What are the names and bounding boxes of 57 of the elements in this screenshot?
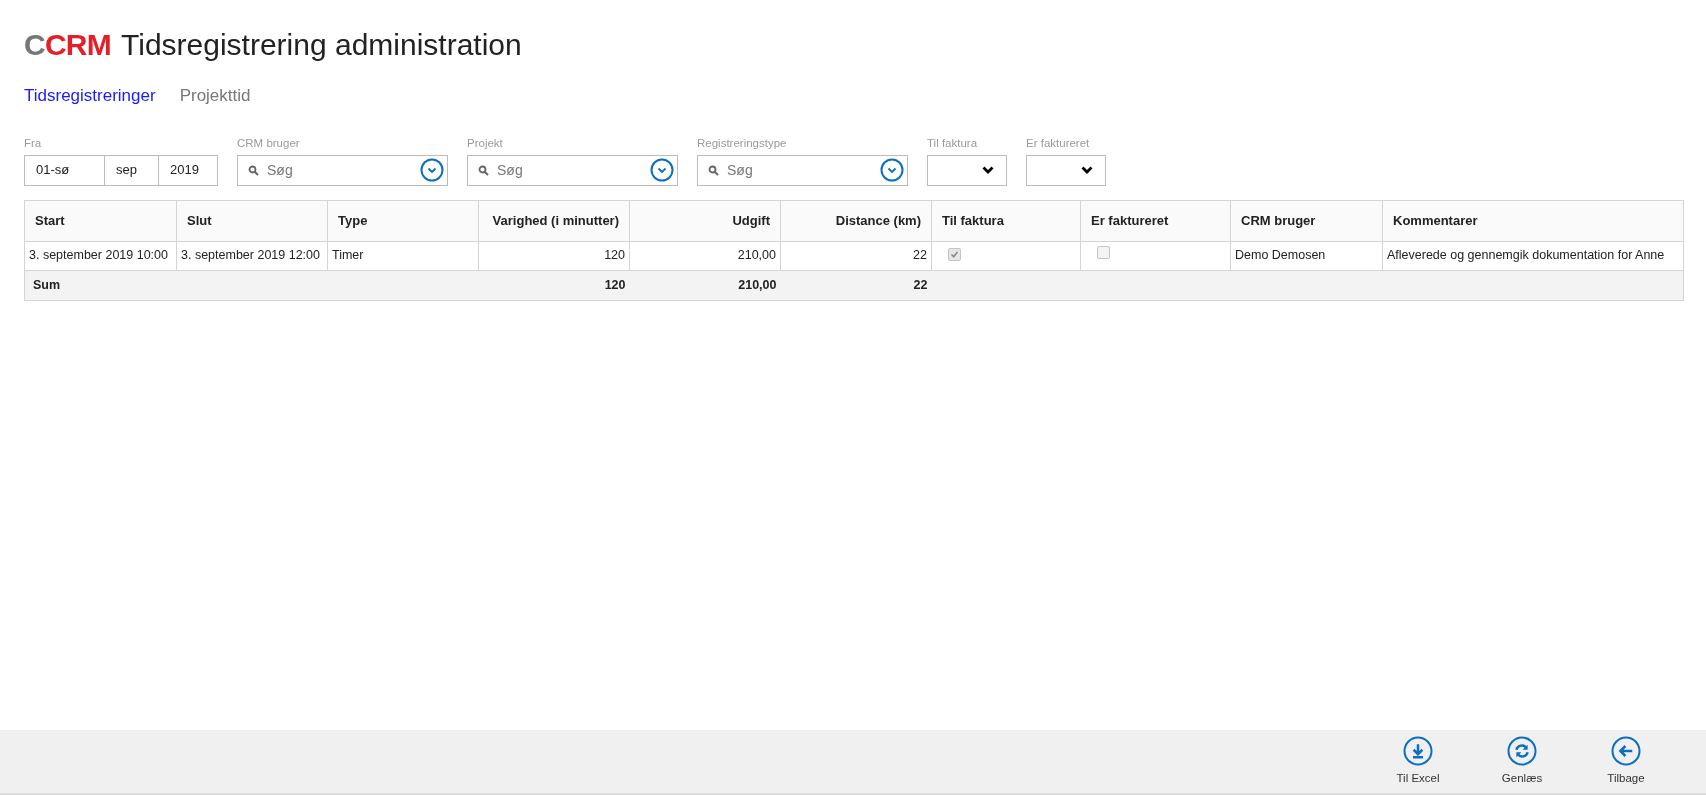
- field-label: Er faktureret: [1026, 135, 1091, 151]
- search-field[interactable]: Søg: [237, 154, 448, 186]
- search-icon: [248, 164, 259, 176]
- column-header: CRM bruger: [1230, 200, 1383, 241]
- refresh-icon: [1507, 735, 1537, 766]
- toolbar-button[interactable]: Til Excel: [1386, 735, 1450, 788]
- download-icon: [1403, 735, 1433, 766]
- toolbar-button[interactable]: Tilbage: [1594, 735, 1658, 788]
- checkbox[interactable]: [948, 247, 961, 261]
- search-icon: [708, 164, 719, 176]
- dropdown-icon[interactable]: [880, 157, 904, 182]
- column-header: Til faktura: [931, 200, 1081, 241]
- column-header: Kommentarer: [1382, 200, 1684, 241]
- table-cell: 22: [913, 248, 927, 263]
- table-cell: Demo Demosen: [1235, 248, 1326, 263]
- select-field[interactable]: [1026, 154, 1106, 186]
- table-cell: 120: [604, 248, 625, 263]
- field-label: Registreringstype: [697, 135, 788, 151]
- search-field[interactable]: Søg: [467, 154, 678, 186]
- tab[interactable]: Projekttid: [179, 83, 251, 109]
- logo-text: C: [24, 27, 45, 63]
- toolbar-button[interactable]: Genlæs: [1490, 735, 1554, 788]
- column-header: Distance (km): [780, 200, 932, 241]
- search-field[interactable]: Søg: [697, 154, 908, 186]
- column-header: Type: [327, 200, 479, 241]
- field-label: CRM bruger: [237, 135, 301, 151]
- sum-value: 22: [913, 277, 928, 292]
- table-cell: Afleverede og gennemgik dokumentation for Anne: [1387, 248, 1665, 263]
- select-field[interactable]: [927, 154, 1007, 186]
- page-title: Tidsregistrering administration: [121, 27, 522, 63]
- table-cell: 3. september 2019 10:00: [29, 248, 168, 263]
- table-cell: 210,00: [737, 248, 776, 263]
- date-part-field[interactable]: sep: [104, 154, 159, 186]
- column-header: Er faktureret: [1080, 200, 1231, 241]
- check-icon: [950, 249, 959, 259]
- column-header: Varighed (i minutter): [478, 200, 630, 241]
- logo-text: CRM: [44, 27, 111, 63]
- field-label: Til faktura: [927, 135, 979, 151]
- date-part-field[interactable]: 2019: [158, 154, 218, 186]
- dropdown-icon[interactable]: [650, 157, 674, 182]
- search-icon: [478, 164, 489, 176]
- chevron-down-icon: [982, 166, 994, 174]
- dropdown-icon[interactable]: [420, 157, 444, 182]
- chevron-down-icon: [1081, 166, 1093, 174]
- column-header: Udgift: [629, 200, 781, 241]
- column-header: Start: [24, 200, 177, 241]
- tab[interactable]: Tidsregistreringer: [24, 83, 156, 109]
- table-cell: 3. september 2019 12:00: [181, 248, 320, 263]
- table-cell: Timer: [332, 248, 364, 263]
- field-label: Projekt: [467, 135, 504, 151]
- column-header: Slut: [176, 200, 328, 241]
- sum-value: 210,00: [738, 277, 777, 292]
- date-part-field[interactable]: 01-sø: [24, 154, 105, 186]
- sum-label: Sum: [33, 277, 61, 292]
- sum-value: 120: [604, 277, 626, 292]
- checkbox[interactable]: [1097, 245, 1110, 259]
- field-label: Fra: [24, 135, 43, 151]
